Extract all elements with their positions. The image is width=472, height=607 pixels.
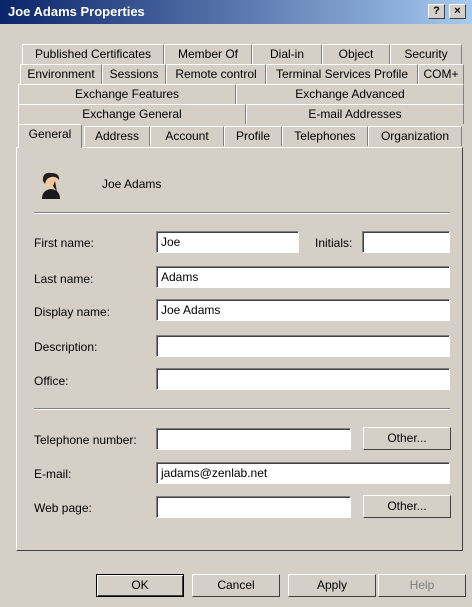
tab-object[interactable]: Object [322, 44, 390, 64]
tab-email-addresses[interactable]: E-mail Addresses [246, 104, 464, 124]
description-label: Description: [34, 340, 98, 354]
email-field[interactable]: jadams@zenlab.net [156, 462, 450, 484]
tab-dial-in[interactable]: Dial-in [252, 44, 322, 64]
office-label: Office: [34, 374, 69, 388]
close-title-button[interactable]: × [449, 4, 466, 19]
description-field[interactable] [156, 335, 450, 357]
title-bar[interactable]: Joe Adams Properties ? × [0, 0, 472, 24]
user-display-heading: Joe Adams [102, 177, 162, 191]
tab-general[interactable]: General [18, 124, 82, 148]
tab-profile[interactable]: Profile [224, 126, 282, 146]
last-name-field[interactable]: Adams [156, 266, 450, 288]
tab-remote-control[interactable]: Remote control [166, 64, 266, 84]
separator-top [34, 212, 450, 214]
tab-exchange-advanced[interactable]: Exchange Advanced [236, 84, 464, 104]
user-icon [42, 172, 60, 199]
help-button[interactable]: Help [378, 574, 466, 597]
office-field[interactable] [156, 368, 450, 390]
tab-telephones[interactable]: Telephones [282, 126, 368, 146]
tab-exchange-features[interactable]: Exchange Features [18, 84, 236, 104]
first-name-label: First name: [34, 236, 95, 250]
tab-account[interactable]: Account [150, 126, 224, 146]
window-title: Joe Adams Properties [8, 4, 145, 19]
cancel-button[interactable]: Cancel [192, 574, 280, 597]
initials-label: Initials: [315, 236, 353, 250]
display-name-label: Display name: [34, 305, 111, 319]
web-page-field[interactable] [156, 496, 351, 518]
apply-button[interactable]: Apply [288, 574, 376, 597]
email-label: E-mail: [34, 467, 72, 481]
properties-dialog: Joe Adams Properties ? × Published Certi… [0, 0, 472, 607]
help-title-button[interactable]: ? [428, 4, 445, 19]
telephone-label: Telephone number: [34, 433, 137, 447]
tab-environment[interactable]: Environment [20, 64, 102, 84]
other-telephone-button[interactable]: Other... [363, 427, 451, 450]
web-page-label: Web page: [34, 501, 92, 515]
separator-middle [34, 408, 450, 410]
ok-button[interactable]: OK [96, 574, 184, 597]
tab-address[interactable]: Address [84, 126, 150, 146]
last-name-label: Last name: [34, 272, 94, 286]
telephone-field[interactable] [156, 428, 351, 450]
display-name-field[interactable]: Joe Adams [156, 299, 450, 321]
tab-published-certificates[interactable]: Published Certificates [22, 44, 164, 64]
tab-organization[interactable]: Organization [368, 126, 462, 146]
tab-com-plus[interactable]: COM+ [418, 64, 464, 84]
tab-security[interactable]: Security [390, 44, 462, 64]
tab-sessions[interactable]: Sessions [102, 64, 166, 84]
tab-member-of[interactable]: Member Of [164, 44, 252, 64]
other-web-page-button[interactable]: Other... [363, 495, 451, 518]
tab-terminal-services-profile[interactable]: Terminal Services Profile [266, 64, 418, 84]
first-name-field[interactable]: Joe [156, 231, 299, 253]
initials-field[interactable] [362, 231, 450, 253]
tab-exchange-general[interactable]: Exchange General [18, 104, 246, 124]
